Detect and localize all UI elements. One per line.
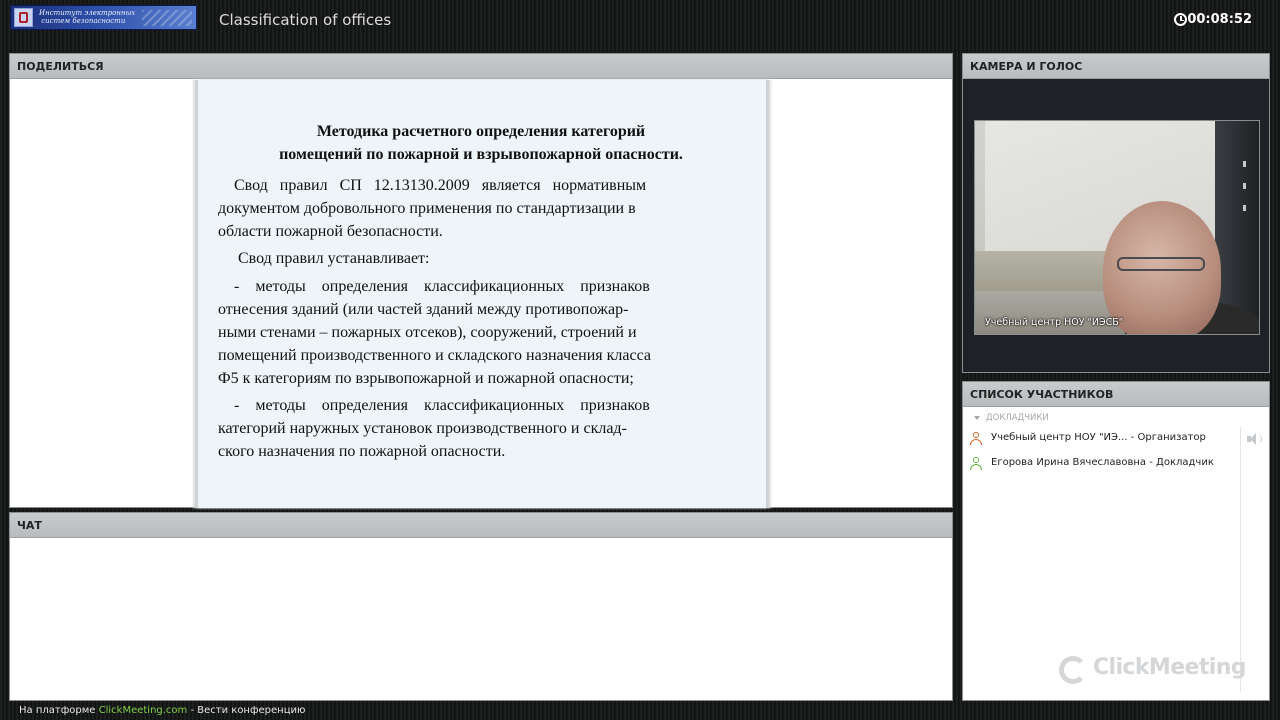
slide-paragraph: Свод правил устанавливает:	[218, 250, 430, 267]
speaker-user-icon	[969, 457, 983, 471]
share-panel: ПОДЕЛИТЬСЯ Методика расчетного определен…	[9, 53, 953, 508]
slide-paragraph: - методы определения классификационных п…	[218, 278, 651, 387]
audio-speaker-icon[interactable]	[1247, 433, 1263, 445]
presentation-slide[interactable]: Методика расчетного определения категори…	[195, 80, 769, 508]
chat-panel-title: ЧАТ	[10, 513, 952, 538]
participants-panel: СПИСОК УЧАСТНИКОВ ДОКЛАДЧИКИ Учебный цен…	[962, 381, 1270, 701]
collapse-triangle-icon	[974, 415, 980, 420]
participant-name: Егорова Ирина Вячеславовна - Докладчик	[991, 457, 1214, 468]
speakers-section-header[interactable]: ДОКЛАДЧИКИ	[974, 413, 1049, 423]
institute-logo[interactable]: Институт электронных систем безопасности	[10, 5, 197, 30]
slide-heading: Методика расчетного определения категори…	[279, 123, 683, 163]
video-detail	[1243, 183, 1246, 189]
participant-name: Учебный центр НОУ "ИЭ... - Организатор	[991, 432, 1206, 443]
clickmeeting-logo-icon	[1059, 656, 1089, 686]
footer-prefix: На платформе	[19, 705, 99, 716]
top-bar: Институт электронных систем безопасности…	[0, 0, 1280, 44]
slide-paragraph: - методы определения классификационных п…	[218, 397, 650, 460]
logo-decoration	[142, 10, 192, 26]
footer-bar: На платформе ClickMeeting.com - Вести ко…	[19, 705, 305, 716]
participants-panel-title: СПИСОК УЧАСТНИКОВ	[963, 382, 1269, 407]
participants-divider	[1240, 427, 1241, 692]
organizer-user-icon	[969, 432, 983, 446]
camera-panel: КАМЕРА И ГОЛОС Учебный центр НОУ "ИЭСБ"	[962, 53, 1270, 373]
participant-row[interactable]: Егорова Ирина Вячеславовна - Докладчик	[969, 454, 1239, 474]
meeting-timer: 00:08:52	[1187, 12, 1252, 27]
video-detail	[1243, 205, 1246, 211]
clickmeeting-link[interactable]: ClickMeeting.com	[99, 705, 188, 716]
footer-suffix: - Вести конференцию	[187, 705, 306, 716]
participant-row[interactable]: Учебный центр НОУ "ИЭ... - Организатор	[969, 429, 1239, 449]
logo-text: Институт электронных систем безопасности	[39, 9, 136, 25]
chat-panel[interactable]: ЧАТ	[9, 512, 953, 701]
section-label: ДОКЛАДЧИКИ	[986, 413, 1049, 423]
video-person-glasses	[1117, 257, 1205, 271]
video-participant-label: Учебный центр НОУ "ИЭСБ"	[985, 317, 1124, 328]
clock-icon	[1174, 13, 1187, 26]
video-detail	[1243, 161, 1246, 167]
video-feed[interactable]: Учебный центр НОУ "ИЭСБ"	[974, 120, 1260, 335]
logo-emblem-icon	[14, 8, 33, 27]
clickmeeting-logo-text: ClickMeeting	[1093, 655, 1247, 680]
slide-paragraph: Свод правил СП 12.13130.2009 является но…	[218, 177, 647, 240]
camera-panel-title: КАМЕРА И ГОЛОС	[963, 54, 1269, 79]
share-panel-title: ПОДЕЛИТЬСЯ	[10, 54, 952, 79]
meeting-title: Classification of offices	[219, 11, 392, 29]
